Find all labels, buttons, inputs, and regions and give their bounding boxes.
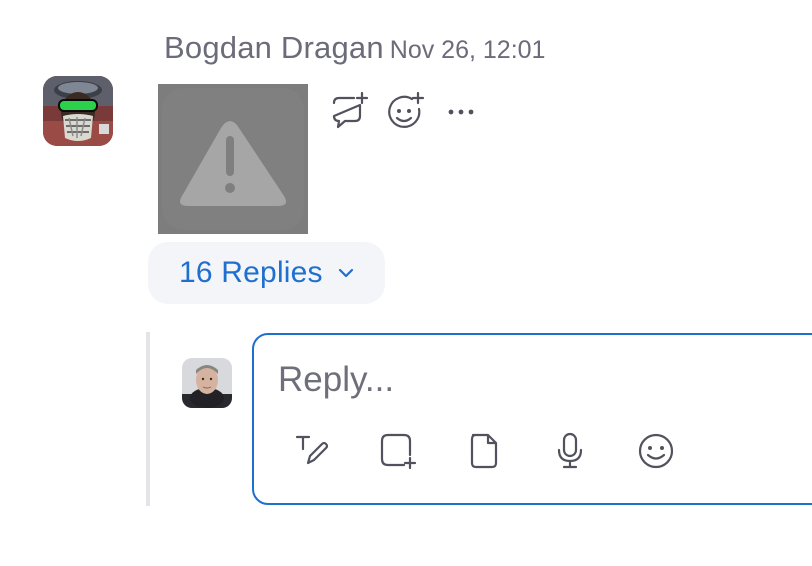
add-reaction-button[interactable]	[386, 92, 426, 132]
current-user-avatar-image	[182, 358, 232, 408]
composer-toolbar	[292, 431, 722, 471]
sender-name[interactable]: Bogdan Dragan	[164, 30, 384, 65]
more-horizontal-icon	[448, 109, 474, 115]
emoji-button[interactable]	[636, 431, 676, 471]
microphone-icon	[557, 432, 583, 469]
message-header: Bogdan Dragan Nov 26, 12:01	[164, 30, 545, 66]
attach-file-button[interactable]	[464, 431, 504, 471]
text-format-icon	[295, 435, 329, 465]
sender-avatar[interactable]	[43, 76, 113, 146]
chat-message-thread: Bogdan Dragan Nov 26, 12:01 16 Replies R…	[0, 0, 812, 566]
message-timestamp: Nov 26, 12:01	[389, 36, 546, 64]
file-icon	[470, 433, 498, 469]
emoji-add-icon	[388, 92, 425, 128]
more-options-button[interactable]	[442, 92, 482, 132]
current-user-avatar[interactable]	[182, 358, 232, 408]
warning-icon	[180, 121, 286, 206]
reply-input[interactable]	[278, 353, 778, 407]
comment-add-icon	[332, 92, 369, 129]
replies-count-label: 16 Replies	[179, 256, 323, 289]
reply-composer	[252, 333, 812, 505]
screenshot-icon	[380, 433, 417, 470]
emoji-icon	[638, 433, 674, 469]
reply-in-thread-button[interactable]	[330, 92, 370, 132]
sender-avatar-image	[43, 76, 113, 146]
screenshot-button[interactable]	[378, 431, 418, 471]
chevron-down-icon	[337, 267, 355, 279]
message-attachment[interactable]	[158, 84, 308, 234]
replies-toggle-button[interactable]: 16 Replies	[148, 242, 385, 304]
message-actions	[330, 92, 498, 132]
voice-message-button[interactable]	[550, 431, 590, 471]
text-format-button[interactable]	[292, 431, 332, 471]
thread-indent-bar	[146, 332, 150, 506]
